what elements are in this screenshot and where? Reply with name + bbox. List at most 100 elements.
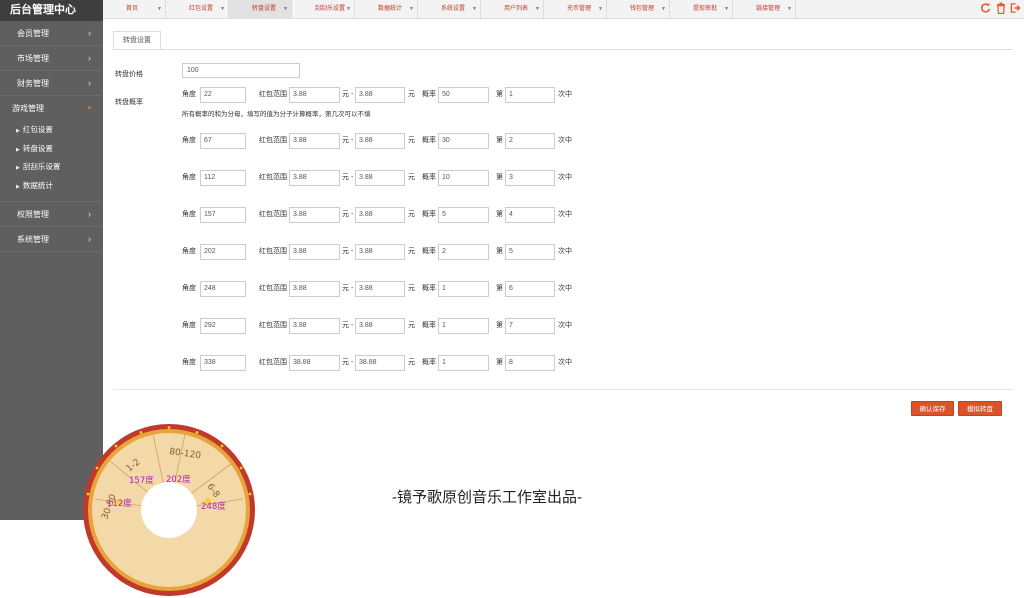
probability-input[interactable]: 1 (438, 281, 489, 297)
tab-stats[interactable]: 数据统计 ▼ (355, 0, 418, 19)
nth-input[interactable]: 2 (505, 133, 555, 149)
times-label: 次中 (558, 285, 572, 292)
prize-wheel[interactable]: 30-50 1-2 80-120 6-8 112度 157度 202度 248度 (83, 424, 255, 596)
range-min-input[interactable]: 3.88 (289, 318, 340, 334)
range-min-input[interactable]: 38.88 (289, 355, 340, 371)
caret-down-icon: ▼ (472, 6, 477, 12)
tab-wallet[interactable]: 钱包管理 ▼ (607, 0, 670, 19)
sidebar-item-members[interactable]: 会员管理 › (0, 21, 103, 46)
divider (113, 389, 1013, 390)
sidebar-subitem-redpacket[interactable]: ▶ 红包设置 (0, 121, 103, 140)
confirm-save-button[interactable]: 确认保存 (911, 401, 954, 416)
nth-label: 第 (496, 174, 503, 181)
probability-input[interactable]: 5 (438, 207, 489, 223)
yuan-label: 元 (408, 211, 415, 218)
range-min-input[interactable]: 3.88 (289, 87, 340, 103)
yuan-label: 元 (408, 322, 415, 329)
caret-down-icon: ▼ (598, 6, 603, 12)
tab-withdraw[interactable]: 提现审批 ▼ (670, 0, 733, 19)
sidebar-item-label: 权限管理 (17, 210, 49, 219)
probability-input[interactable]: 10 (438, 170, 489, 186)
angle-input[interactable]: 112 (200, 170, 246, 186)
angle-input[interactable]: 202 (200, 244, 246, 260)
range-max-input[interactable]: 3.88 (355, 244, 405, 260)
nth-input[interactable]: 7 (505, 318, 555, 334)
watermark-caption: -镜予歌原创音乐工作室出品- (392, 489, 582, 506)
probability-label: 转盘概率 (115, 99, 143, 106)
range-min-input[interactable]: 3.88 (289, 170, 340, 186)
refresh-icon[interactable] (980, 2, 991, 14)
yuan-label: 元 - (342, 359, 354, 366)
trash-icon[interactable] (995, 2, 1006, 15)
nth-input[interactable]: 4 (505, 207, 555, 223)
angle-input[interactable]: 292 (200, 318, 246, 334)
price-input[interactable]: 100 (182, 63, 300, 78)
sidebar-subitem-stats[interactable]: ▶ 数据统计 (0, 177, 103, 196)
probability-input[interactable]: 1 (438, 318, 489, 334)
range-min-input[interactable]: 3.88 (289, 244, 340, 260)
sidebar-item-games[interactable]: 游戏管理 ▾ (0, 96, 103, 121)
sidebar-subitem-wheel[interactable]: ▶ 转盘设置 (0, 140, 103, 159)
probability-input[interactable]: 50 (438, 87, 489, 103)
angle-input[interactable]: 67 (200, 133, 246, 149)
times-label: 次中 (558, 91, 572, 98)
yuan-label: 元 (408, 137, 415, 144)
angle-input[interactable]: 22 (200, 87, 246, 103)
probability-input[interactable]: 30 (438, 133, 489, 149)
range-label: 红包范围 (259, 285, 287, 292)
range-max-input[interactable]: 3.88 (355, 87, 405, 103)
sidebar-item-permissions[interactable]: 权限管理 › (0, 202, 103, 227)
probability-input[interactable]: 1 (438, 355, 489, 371)
tab-links[interactable]: 链接管理 ▼ (733, 0, 796, 19)
sidebar-item-market[interactable]: 市场管理 › (0, 46, 103, 71)
angle-label: 角度 (182, 322, 196, 329)
range-max-input[interactable]: 3.88 (355, 281, 405, 297)
times-label: 次中 (558, 359, 572, 366)
yuan-label: 元 - (342, 91, 354, 98)
nth-label: 第 (496, 137, 503, 144)
range-max-input[interactable]: 3.88 (355, 170, 405, 186)
caret-down-icon: ▼ (409, 6, 414, 12)
range-min-input[interactable]: 3.88 (289, 207, 340, 223)
range-min-input[interactable]: 3.88 (289, 281, 340, 297)
angle-input[interactable]: 338 (200, 355, 246, 371)
tab-recharge[interactable]: 充币管理 ▼ (544, 0, 607, 19)
logout-icon[interactable] (1010, 2, 1021, 14)
tab-wheel[interactable]: 转盘设置 ▼ (229, 0, 292, 19)
angle-input[interactable]: 248 (200, 281, 246, 297)
range-label: 红包范围 (259, 359, 287, 366)
angle-label: 角度 (182, 285, 196, 292)
probability-label: 概率 (422, 248, 436, 255)
caret-right-icon: ▶ (16, 165, 20, 171)
nth-label: 第 (496, 359, 503, 366)
nth-input[interactable]: 8 (505, 355, 555, 371)
range-label: 红包范围 (259, 211, 287, 218)
nth-input[interactable]: 5 (505, 244, 555, 260)
sidebar-item-system[interactable]: 系统管理 › (0, 227, 103, 252)
nth-input[interactable]: 1 (505, 87, 555, 103)
nth-input[interactable]: 3 (505, 170, 555, 186)
probability-input[interactable]: 2 (438, 244, 489, 260)
tab-scratch[interactable]: 刮刮乐设置 ▼ (292, 0, 355, 19)
sidebar-subitem-scratch[interactable]: ▶ 刮刮乐设置 (0, 158, 103, 177)
caret-right-icon: ▶ (16, 128, 20, 134)
simulate-wheel-button[interactable]: 模拟转盘 (958, 401, 1002, 416)
tab-home[interactable]: 首页 ▼ (103, 0, 166, 19)
range-max-input[interactable]: 3.88 (355, 133, 405, 149)
range-max-input[interactable]: 38.88 (355, 355, 405, 371)
caret-down-icon: ▼ (787, 6, 792, 12)
caret-down-icon: ▼ (283, 6, 288, 12)
angle-input[interactable]: 157 (200, 207, 246, 223)
tab-users[interactable]: 用户列表 ▼ (481, 0, 544, 19)
range-min-input[interactable]: 3.88 (289, 133, 340, 149)
range-max-input[interactable]: 3.88 (355, 318, 405, 334)
times-label: 次中 (558, 137, 572, 144)
panel-tab-wheel[interactable]: 转盘设置 (113, 31, 161, 50)
nth-input[interactable]: 6 (505, 281, 555, 297)
times-label: 次中 (558, 211, 572, 218)
tab-redpacket[interactable]: 红包设置 ▼ (166, 0, 229, 19)
range-max-input[interactable]: 3.88 (355, 207, 405, 223)
sidebar-item-finance[interactable]: 财务管理 › (0, 71, 103, 96)
wheel-inner-label: 112度 (107, 498, 132, 509)
tab-system[interactable]: 系统设置 ▼ (418, 0, 481, 19)
